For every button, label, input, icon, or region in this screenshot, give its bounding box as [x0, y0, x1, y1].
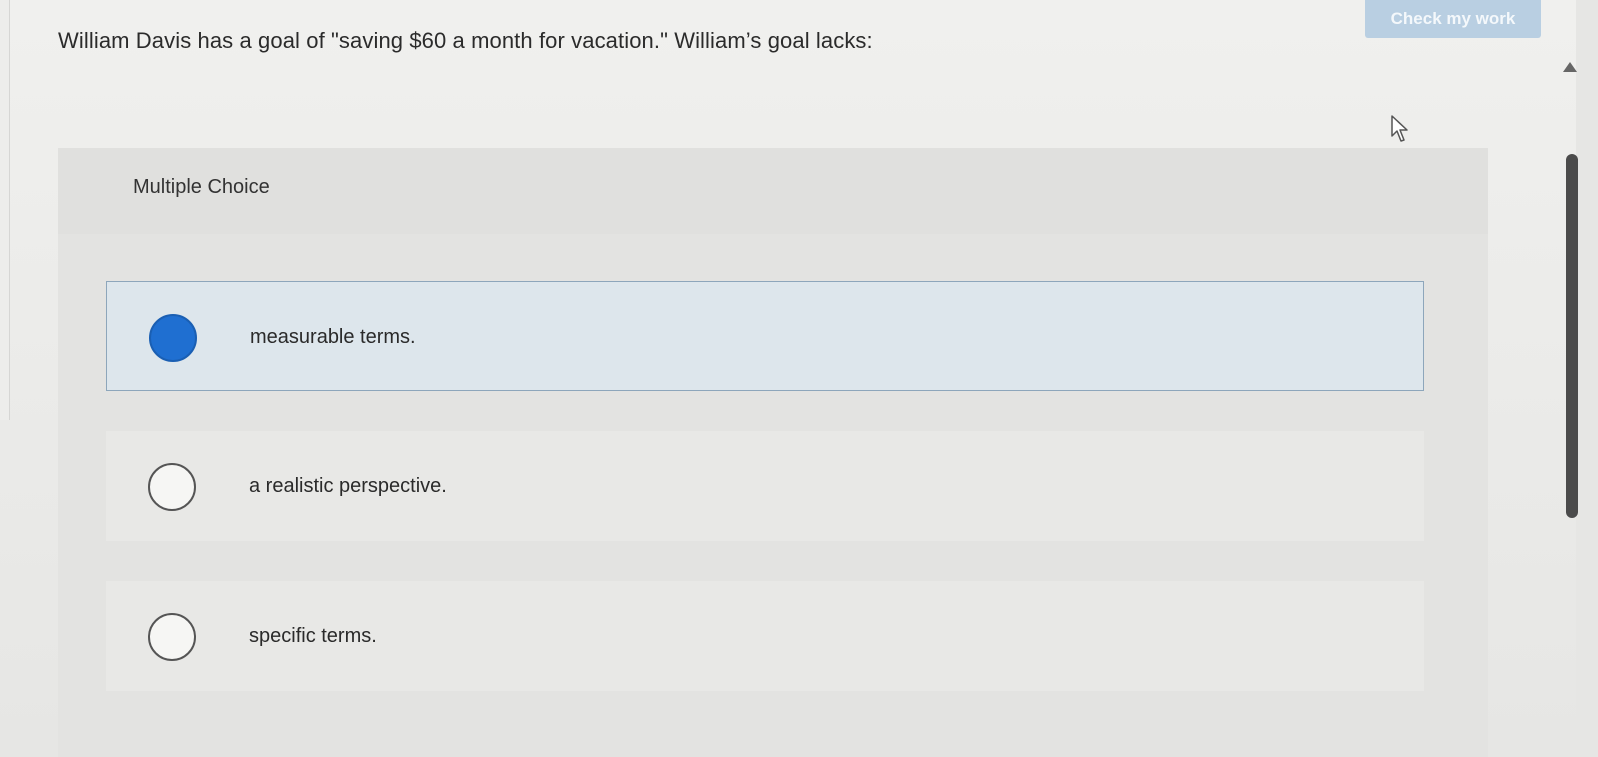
answer-option-realistic-perspective[interactable]: a realistic perspective. — [106, 431, 1424, 541]
radio-unselected-icon[interactable] — [148, 463, 196, 511]
scrollbar-thumb[interactable] — [1566, 154, 1578, 518]
question-text: William Davis has a goal of "saving $60 … — [58, 28, 873, 53]
answer-option-label: measurable terms. — [250, 326, 416, 348]
multiple-choice-label: Multiple Choice — [133, 176, 270, 198]
multiple-choice-panel: Multiple Choice measurable terms. a real… — [58, 148, 1488, 757]
scrollbar-track[interactable] — [1576, 0, 1598, 757]
page: Check my work William Davis has a goal o… — [0, 0, 1598, 757]
radio-selected-icon[interactable] — [149, 314, 197, 362]
answer-option-label: specific terms. — [249, 625, 377, 647]
check-my-work-button[interactable]: Check my work — [1365, 0, 1541, 38]
multiple-choice-header: Multiple Choice — [58, 148, 1488, 234]
answer-option-label: a realistic perspective. — [249, 475, 447, 497]
answer-option-measurable-terms[interactable]: measurable terms. — [106, 281, 1424, 391]
radio-unselected-icon[interactable] — [148, 613, 196, 661]
triangle-up-icon[interactable] — [1563, 62, 1577, 72]
mouse-pointer-icon — [1391, 115, 1408, 142]
left-panel-edge — [0, 0, 10, 420]
answer-option-specific-terms[interactable]: specific terms. — [106, 581, 1424, 691]
